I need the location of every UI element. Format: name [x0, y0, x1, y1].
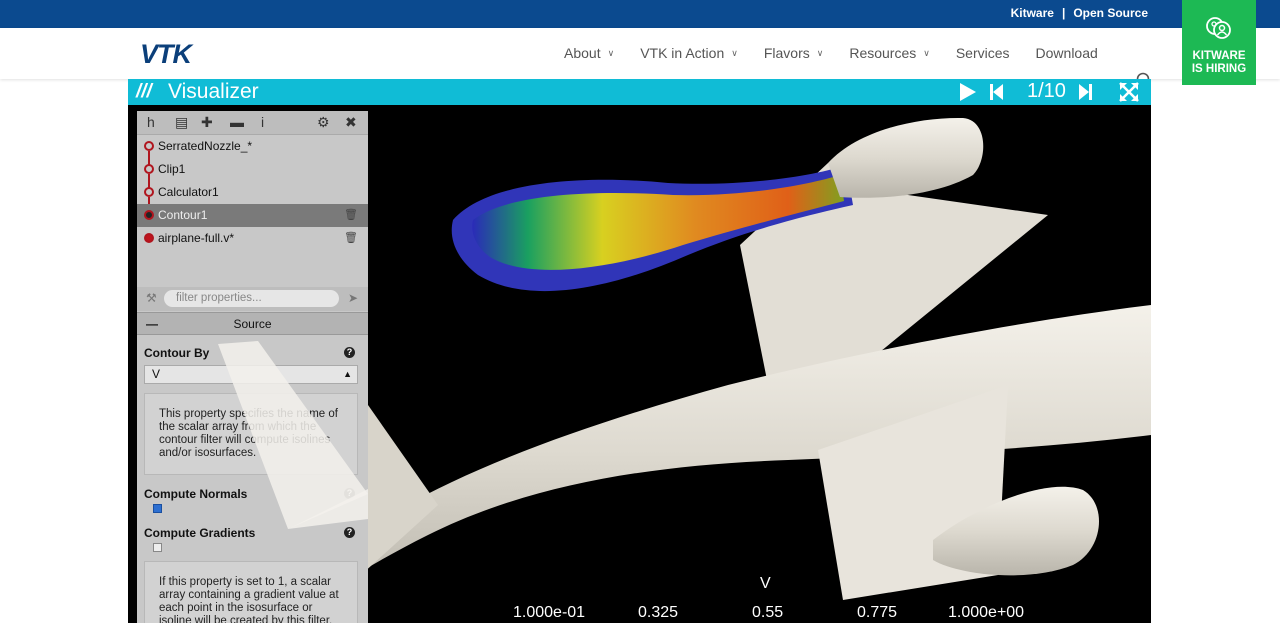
hiring-line1: KITWARE — [1192, 50, 1246, 62]
filter-bar: ⚒ filter properties... ➤ — [137, 287, 368, 311]
pipeline-item-label: Clip1 — [158, 162, 186, 176]
compute-normals-label: Compute Normals — [144, 487, 248, 501]
open-source-link[interactable]: Open Source — [1073, 6, 1148, 20]
section-title: Source — [233, 317, 272, 331]
pipeline-item-label: Calculator1 — [158, 185, 219, 199]
collapse-minus-icon[interactable]: — — [146, 313, 158, 335]
panel-toolbar: һ ▤ ✚ ▬ i ⚙ ✖ — [137, 111, 368, 135]
contour-by-help-text: This property specifies the name of the … — [144, 393, 358, 475]
step-forward-icon[interactable] — [1078, 81, 1094, 103]
top-bar: Kitware | Open Source — [0, 0, 1280, 28]
compute-gradients-label: Compute Gradients — [144, 526, 256, 540]
node-icon — [144, 210, 154, 220]
nav-item-label: Resources — [849, 45, 917, 61]
pipeline-item[interactable]: Calculator1 — [137, 181, 368, 211]
nav-item-services[interactable]: Services — [956, 45, 1010, 61]
nav-item-vtk-in-action[interactable]: VTK in Action ∨ — [640, 45, 738, 61]
info-icon[interactable]: i — [261, 114, 264, 130]
kitware-link[interactable]: Kitware — [1011, 6, 1054, 20]
vtk-logo[interactable]: VTK — [140, 39, 192, 70]
trash-icon[interactable]: 🗑 — [344, 204, 358, 227]
nav-menu: About ∨ VTK in Action ∨ Flavors ∨ Resources… — [564, 45, 1124, 61]
pipeline-item[interactable]: SerratedNozzle_* — [137, 135, 368, 165]
compute-gradients-checkbox[interactable] — [153, 543, 162, 552]
visualizer-titlebar: /// Visualizer 1/10 — [128, 79, 1151, 105]
apply-icon[interactable]: ➤ — [348, 291, 358, 305]
pipeline-item-label: airplane-full.v* — [158, 231, 235, 245]
contour-by-label: Contour By — [144, 346, 210, 360]
help-icon[interactable]: ? — [344, 347, 355, 358]
source-section-header[interactable]: — Source — [137, 312, 368, 335]
save-icon[interactable]: ▬ — [230, 114, 244, 130]
node-icon — [144, 164, 154, 174]
visualizer-logo-icon: /// — [136, 81, 152, 102]
gradients-help-text: If this property is set to 1, a scalar a… — [144, 561, 358, 623]
file-icon[interactable]: ▤ — [175, 114, 188, 131]
chevron-down-icon: ∨ — [607, 47, 615, 58]
pipeline-item[interactable]: Clip1 — [137, 158, 368, 188]
colorbar-tick: 0.325 — [638, 604, 679, 621]
colorbar-tick: 0.55 — [752, 604, 784, 621]
colorbar-title: V — [760, 575, 771, 592]
pipeline-item-label: Contour1 — [158, 208, 208, 222]
node-icon — [144, 187, 154, 197]
chevron-down-icon: ∨ — [923, 47, 930, 58]
chevron-down-icon: ∨ — [816, 47, 824, 58]
contour-by-select[interactable]: V ▲ — [144, 365, 358, 384]
add-icon[interactable]: ✚ — [201, 114, 213, 131]
nav-item-about[interactable]: About ∨ — [564, 45, 614, 61]
nav-item-resources[interactable]: Resources ∨ — [849, 45, 930, 61]
node-icon — [144, 141, 154, 151]
people-chat-icon — [1206, 17, 1231, 39]
chevron-down-icon: ∨ — [731, 47, 738, 58]
main-nav: VTK About ∨ VTK in Action ∨ Flavors ∨ Resou… — [0, 28, 1280, 89]
help-icon[interactable]: ? — [344, 488, 355, 499]
colorbar-tick: 0.775 — [857, 604, 898, 621]
select-arrow-icon: ▲ — [343, 369, 352, 379]
help-icon[interactable]: ? — [344, 527, 355, 538]
nav-item-label: Services — [955, 45, 1010, 61]
frame-counter: 1/10 — [1027, 80, 1066, 102]
pipeline-icon[interactable]: һ — [147, 114, 155, 130]
nav-item-label: Flavors — [763, 45, 810, 61]
contour-by-value: V — [152, 367, 161, 381]
collapse-icon[interactable]: ✖ — [345, 114, 357, 131]
pipeline-item-label: SerratedNozzle_* — [158, 139, 253, 153]
nav-item-label: Download — [1035, 45, 1098, 61]
compute-normals-checkbox[interactable] — [153, 504, 162, 513]
node-icon — [144, 233, 154, 243]
filter-properties-input[interactable]: filter properties... — [164, 290, 339, 307]
hiring-line2: IS HIRING — [1191, 63, 1247, 75]
nav-item-download[interactable]: Download — [1036, 45, 1098, 61]
play-icon[interactable] — [958, 81, 978, 103]
hiring-badge[interactable]: KITWARE IS HIRING — [1182, 0, 1256, 85]
colorbar-tick: 1.000e+00 — [948, 604, 1025, 621]
visualizer-video[interactable]: /// Visualizer 1/10 һ ▤ ✚ ▬ i ⚙ ✖ Serrat… — [128, 79, 1151, 623]
pipeline-item-selected[interactable]: Contour1 🗑 — [137, 204, 368, 227]
colorbar-tick: 1.000e-01 — [513, 604, 586, 621]
step-back-icon[interactable] — [988, 81, 1004, 103]
pipeline-item[interactable]: airplane-full.v* 🗑 — [137, 227, 368, 250]
visualizer-title: Visualizer — [168, 80, 259, 103]
nav-item-flavors[interactable]: Flavors ∨ — [764, 45, 824, 61]
fullscreen-icon[interactable] — [1118, 81, 1140, 103]
trash-icon[interactable]: 🗑 — [344, 227, 358, 250]
settings-icon[interactable]: ⚙ — [317, 114, 330, 131]
top-links: Kitware | Open Source — [1007, 6, 1152, 20]
wrench-icon: ⚒ — [146, 291, 157, 305]
properties-panel: һ ▤ ✚ ▬ i ⚙ ✖ SerratedNozzle_* Clip1 Cal… — [137, 111, 368, 623]
nav-item-label: VTK in Action — [640, 45, 725, 61]
upper-engine — [828, 117, 984, 198]
top-separator: | — [1061, 6, 1066, 20]
nav-item-label: About — [564, 45, 601, 61]
